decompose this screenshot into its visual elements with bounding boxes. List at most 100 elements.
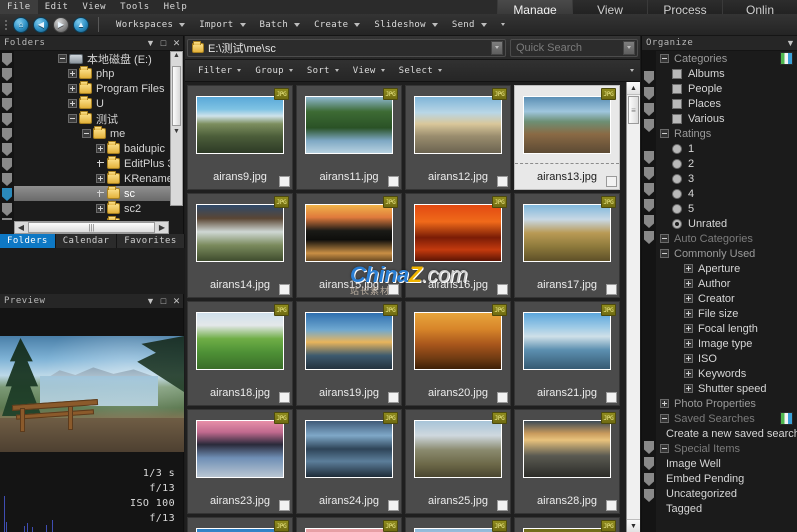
thumbnail-cell[interactable]: JPG airans13.jpg: [514, 85, 620, 190]
flag-icon[interactable]: [644, 231, 654, 244]
scroll-right-arrow-icon[interactable]: ▶: [156, 223, 168, 232]
flag-icon[interactable]: [2, 68, 12, 81]
tab-favorites[interactable]: Favorites: [117, 234, 185, 248]
radio-button[interactable]: [672, 158, 682, 169]
pin-icon[interactable]: □: [157, 296, 170, 306]
checkbox[interactable]: [672, 83, 682, 94]
collapse-icon[interactable]: [660, 444, 669, 453]
organize-list[interactable]: Categories Albums People Places Various Ratin…: [642, 51, 797, 516]
organize-field-iso[interactable]: ISO: [642, 351, 797, 366]
flag-icon[interactable]: [644, 103, 654, 116]
flag-icon[interactable]: [2, 53, 12, 66]
thumbnail-checkbox[interactable]: [388, 284, 399, 295]
thumbnail-cell[interactable]: JPG: [187, 517, 293, 532]
thumbnail-cell[interactable]: JPG airans19.jpg: [296, 301, 402, 406]
scroll-thumb[interactable]: [172, 66, 181, 126]
tree-item-editplus3[interactable]: EditPlus 3: [0, 156, 183, 171]
up-icon[interactable]: ▲: [73, 16, 89, 33]
flag-icon[interactable]: [644, 151, 654, 164]
flag-icon[interactable]: [644, 199, 654, 212]
menu-item-file[interactable]: File: [0, 0, 38, 14]
tree-item-me[interactable]: me: [0, 126, 183, 141]
thumbnail-cell[interactable]: JPG: [296, 517, 402, 532]
chevron-down-icon[interactable]: ▼: [144, 38, 157, 48]
toolbar-workspaces[interactable]: Workspaces: [106, 15, 189, 35]
thumbnail-cell[interactable]: JPG airans28.jpg: [514, 409, 620, 514]
thumbnail-checkbox[interactable]: [388, 176, 399, 187]
thumbnail-checkbox[interactable]: [606, 500, 617, 511]
collapse-icon[interactable]: [660, 129, 669, 138]
scroll-thumb[interactable]: ≡: [628, 96, 639, 124]
organize-rating-5[interactable]: 5: [642, 201, 797, 216]
organize-field-focal-length[interactable]: Focal length: [642, 321, 797, 336]
thumbnail-checkbox[interactable]: [497, 500, 508, 511]
collapse-icon[interactable]: [660, 414, 669, 423]
thumbnail-checkbox[interactable]: [279, 284, 290, 295]
thumbnail-cell[interactable]: JPG airans20.jpg: [405, 301, 511, 406]
thumbnail-checkbox[interactable]: [606, 176, 617, 187]
thumbnail-cell[interactable]: JPG airans23.jpg: [187, 409, 293, 514]
organize-rating-2[interactable]: 2: [642, 156, 797, 171]
thumbnail-checkbox[interactable]: [606, 392, 617, 403]
tree-item-php[interactable]: php: [0, 66, 183, 81]
radio-button[interactable]: [672, 218, 682, 229]
flag-icon[interactable]: [644, 87, 654, 100]
flag-icon[interactable]: [2, 143, 12, 156]
toolbar-batch[interactable]: Batch: [250, 15, 305, 35]
thumbnail-checkbox[interactable]: [388, 500, 399, 511]
group-button[interactable]: Group: [248, 66, 300, 76]
organize-field-creator[interactable]: Creator: [642, 291, 797, 306]
scroll-down-arrow-icon[interactable]: ▼: [171, 128, 182, 140]
thumbnail-cell[interactable]: JPG airans11.jpg: [296, 85, 402, 190]
thumbnail-checkbox[interactable]: [497, 392, 508, 403]
close-icon[interactable]: ✕: [170, 38, 183, 49]
filterbar-overflow[interactable]: [623, 69, 640, 72]
close-icon[interactable]: ✕: [170, 296, 183, 307]
organize-item-image-well[interactable]: Image Well: [642, 456, 797, 471]
flag-icon[interactable]: [2, 203, 12, 216]
expand-icon[interactable]: [684, 354, 693, 363]
flag-icon[interactable]: [2, 83, 12, 96]
pin-icon[interactable]: □: [157, 38, 170, 48]
organize-checkbox-albums[interactable]: Albums: [642, 66, 797, 81]
organize-field-aperture[interactable]: Aperture: [642, 261, 797, 276]
thumbnail-cell[interactable]: JPG airans21.jpg: [514, 301, 620, 406]
tree-item-krename[interactable]: KRename: [0, 171, 183, 186]
thumbnail-cell[interactable]: JPG: [514, 517, 620, 532]
radio-button[interactable]: [672, 143, 682, 154]
organize-item-embed-pending[interactable]: Embed Pending: [642, 471, 797, 486]
flag-icon[interactable]: [644, 167, 654, 180]
checkbox[interactable]: [672, 68, 682, 79]
menu-item-edit[interactable]: Edit: [38, 0, 76, 14]
tab-calendar[interactable]: Calendar: [55, 234, 118, 248]
organize-group-special-items[interactable]: Special Items: [642, 441, 797, 456]
radio-button[interactable]: [672, 173, 682, 184]
select-button[interactable]: Select: [392, 66, 449, 76]
thumbnail-cell[interactable]: JPG airans15.jpg: [296, 193, 402, 298]
expand-icon[interactable]: [684, 324, 693, 333]
radio-button[interactable]: [672, 188, 682, 199]
folder-tree-vertical-scrollbar[interactable]: ▲ ▼: [170, 51, 183, 206]
sort-button[interactable]: Sort: [300, 66, 346, 76]
organize-group-saved-searches[interactable]: Saved Searches: [642, 411, 797, 426]
organize-group-commonly-used[interactable]: Commonly Used: [642, 246, 797, 261]
organize-rating-unrated[interactable]: Unrated: [642, 216, 797, 231]
flag-icon[interactable]: [644, 183, 654, 196]
organize-checkbox-people[interactable]: People: [642, 81, 797, 96]
thumbnail-checkbox[interactable]: [606, 284, 617, 295]
expander-icon[interactable]: [96, 204, 105, 213]
collapse-icon[interactable]: [660, 249, 669, 258]
organize-item-tagged[interactable]: Tagged: [642, 501, 797, 516]
organize-checkbox-places[interactable]: Places: [642, 96, 797, 111]
expand-icon[interactable]: [684, 279, 693, 288]
thumbnail-checkbox[interactable]: [279, 392, 290, 403]
filter-button[interactable]: Filter: [191, 66, 248, 76]
thumbnail-cell[interactable]: JPG airans17.jpg: [514, 193, 620, 298]
saved-searches-book-icon[interactable]: [780, 412, 793, 425]
flag-icon[interactable]: [644, 457, 654, 470]
thumbnail-grid[interactable]: JPG airans9.jpg JPG airans11.jpg JPG airans12…: [185, 82, 626, 532]
checkbox[interactable]: [672, 98, 682, 109]
tab-folders[interactable]: Folders: [0, 234, 56, 248]
folder-tree[interactable]: 本地磁盘 (E:) php Program Files U 测试 me baid…: [0, 51, 183, 220]
flag-icon[interactable]: [644, 441, 654, 454]
